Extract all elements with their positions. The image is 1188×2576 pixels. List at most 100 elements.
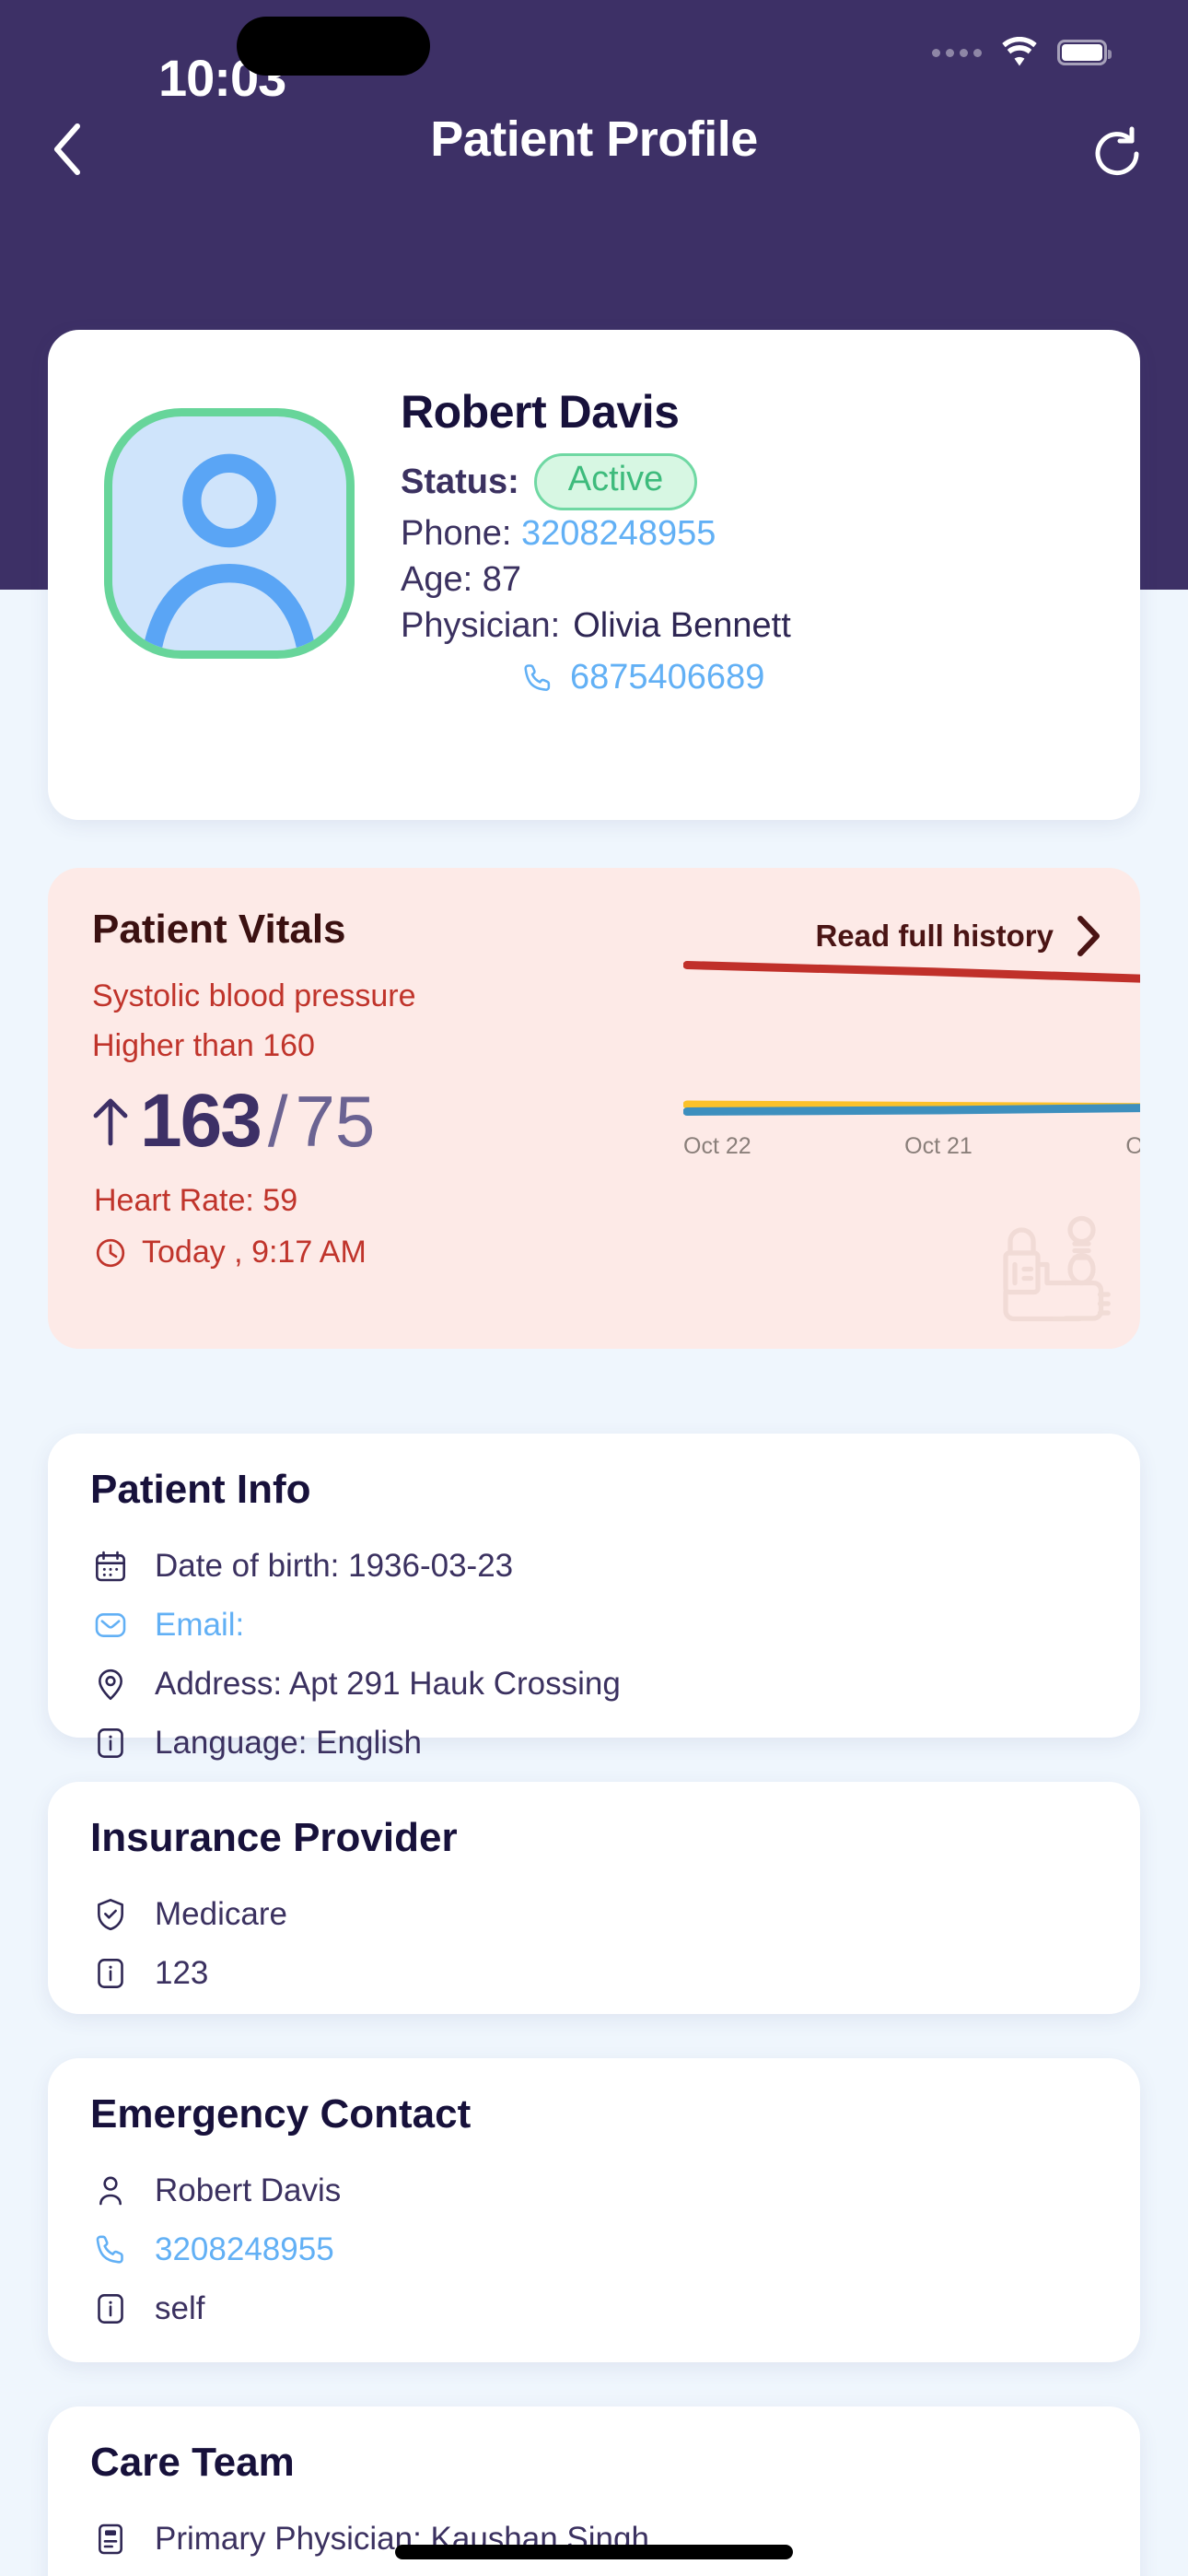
physician-phone-row[interactable]: 6875406689 <box>520 658 1116 697</box>
calendar-icon <box>96 1551 125 1582</box>
status-label: Status: <box>401 462 519 501</box>
list-item-label[interactable]: 3208248955 <box>155 2231 334 2268</box>
dynamic-island <box>237 17 430 76</box>
home-indicator <box>395 2545 793 2559</box>
patient-age-row: Age: 87 <box>401 556 1116 603</box>
refresh-icon <box>1095 126 1139 176</box>
blood-pressure-cuff-icon <box>1003 1215 1111 1322</box>
info-icon-wrap <box>90 1723 131 1763</box>
list-item-label: self <box>155 2290 205 2326</box>
list-item: Robert Davis <box>90 2161 1112 2220</box>
status-badge: Active <box>533 453 698 510</box>
patient-physician-row: Physician: Olivia Bennett <box>401 603 1116 649</box>
patient-info-card: Patient Info Date of birth: 1936-03-23 Em… <box>48 1434 1140 1761</box>
emergency-title: Emergency Contact <box>90 2091 472 2137</box>
vitals-timestamp: Today , 9:17 AM <box>142 1235 367 1270</box>
navigation-bar: Patient Profile <box>0 100 1188 210</box>
list-item-label: Robert Davis <box>155 2172 342 2208</box>
physician-phone-link[interactable]: 6875406689 <box>570 658 764 697</box>
physician-label: Physician: <box>401 606 561 646</box>
list-item-label[interactable]: Email: <box>155 1607 244 1644</box>
list-item: Medicare <box>90 1885 1112 1944</box>
list-item: Language: English <box>90 1714 1112 1773</box>
list-item: Primary Physician: Kaushan Singh <box>90 2510 1112 2569</box>
phone-screen: 10:03 Patient Profile Robert Davis Statu… <box>0 0 1188 2576</box>
care-team-rows: Primary Physician: Kaushan Singh <box>90 2510 1112 2569</box>
list-item-label: Address: Apt 291 Hauk Crossing <box>155 1666 621 1702</box>
person-icon-wrap <box>90 2171 131 2211</box>
info-icon-wrap <box>90 2289 131 2329</box>
chart-tick-0: Oct 22 <box>683 1133 751 1159</box>
phone-label: Phone: <box>401 513 512 553</box>
mail-icon <box>95 1613 126 1637</box>
list-item-label: 123 <box>155 1955 209 1991</box>
vitals-alert-line-2: Higher than 160 <box>92 1028 315 1063</box>
patient-vitals-card: Patient Vitals Read full history Systoli… <box>48 868 1140 1349</box>
refresh-button[interactable] <box>1081 114 1151 184</box>
list-item: 123 <box>90 1944 1112 2003</box>
heart-rate-text: Heart Rate: 59 <box>94 1183 298 1218</box>
insurance-title: Insurance Provider <box>90 1815 458 1860</box>
list-item: self <box>90 2279 1112 2338</box>
list-item[interactable]: Email: <box>90 1596 1112 1655</box>
list-item-label: Date of birth: 1936-03-23 <box>155 1548 514 1584</box>
chart-x-axis-labels: Oct 22 Oct 21 Oct 20 <box>683 1133 1140 1160</box>
clock-icon <box>96 1238 125 1267</box>
list-item: Address: Apt 291 Hauk Crossing <box>90 1655 1112 1714</box>
physician-name: Olivia Bennett <box>573 606 791 646</box>
mail-icon-wrap <box>90 1605 131 1645</box>
age-value: 87 <box>482 559 522 599</box>
patient-name: Robert Davis <box>401 386 680 438</box>
patient-profile-card: Robert Davis Status: Active Phone: 32082… <box>48 330 1140 820</box>
shield-check-icon-wrap <box>90 1894 131 1935</box>
badge-icon <box>99 2523 122 2555</box>
patient-status-row: Status: Active <box>401 453 1116 510</box>
age-label: Age: <box>401 559 473 599</box>
emergency-rows: Robert Davis 3208248955 self <box>90 2161 1112 2338</box>
phone-icon <box>96 2235 123 2264</box>
care-team-title: Care Team <box>90 2440 295 2485</box>
list-item-label: Medicare <box>155 1896 287 1932</box>
chart-tick-2: Oct 20 <box>1125 1133 1140 1159</box>
info-icon <box>98 2294 123 2324</box>
patient-info-title: Patient Info <box>90 1467 311 1512</box>
badge-icon-wrap <box>90 2519 131 2559</box>
vitals-title: Patient Vitals <box>92 907 346 952</box>
blood-pressure-reading: 163 / 75 <box>88 1078 375 1165</box>
location-pin-icon <box>99 1669 122 1701</box>
info-icon <box>98 1728 123 1758</box>
list-item: Date of birth: 1936-03-23 <box>90 1537 1112 1596</box>
patient-info-rows: Date of birth: 1936-03-23 Email: Address: … <box>90 1537 1112 1773</box>
systolic-value: 163 <box>140 1079 262 1163</box>
person-icon <box>99 2176 122 2206</box>
emergency-contact-card: Emergency Contact Robert Davis 3208248955… <box>48 2058 1140 2362</box>
location-pin-icon-wrap <box>90 1664 131 1704</box>
page-title: Patient Profile <box>430 111 758 167</box>
phone-icon-wrap <box>90 2230 131 2270</box>
diastolic-value: 75 <box>295 1080 376 1162</box>
user-avatar-icon <box>143 453 316 650</box>
chart-line-diastolic <box>683 1104 1140 1116</box>
phone-icon <box>524 664 551 691</box>
vitals-alert-line-1: Systolic blood pressure <box>92 978 416 1013</box>
shield-check-icon <box>98 1899 123 1931</box>
bp-separator: / <box>267 1080 288 1162</box>
chart-tick-1: Oct 21 <box>904 1133 973 1159</box>
battery-icon <box>1057 40 1112 65</box>
patient-phone-row: Phone: 3208248955 <box>401 510 1116 556</box>
status-bar-indicators <box>932 37 1112 68</box>
info-icon <box>98 1959 123 1988</box>
list-item[interactable]: 3208248955 <box>90 2220 1112 2279</box>
avatar <box>104 408 355 659</box>
wifi-icon <box>1002 37 1037 66</box>
list-item-label: Language: English <box>155 1725 422 1761</box>
insurance-provider-card: Insurance Provider Medicare 123 <box>48 1782 1140 2014</box>
patient-phone-link[interactable]: 3208248955 <box>521 510 716 556</box>
chart-line-systolic <box>683 961 1140 983</box>
calendar-icon-wrap <box>90 1546 131 1587</box>
patient-details: Robert Davis Status: Active Phone: 32082… <box>401 385 1116 697</box>
insurance-rows: Medicare 123 <box>90 1885 1112 2003</box>
info-icon-wrap <box>90 1953 131 1994</box>
signal-dots-icon <box>932 48 982 57</box>
arrow-up-icon <box>93 1098 128 1146</box>
